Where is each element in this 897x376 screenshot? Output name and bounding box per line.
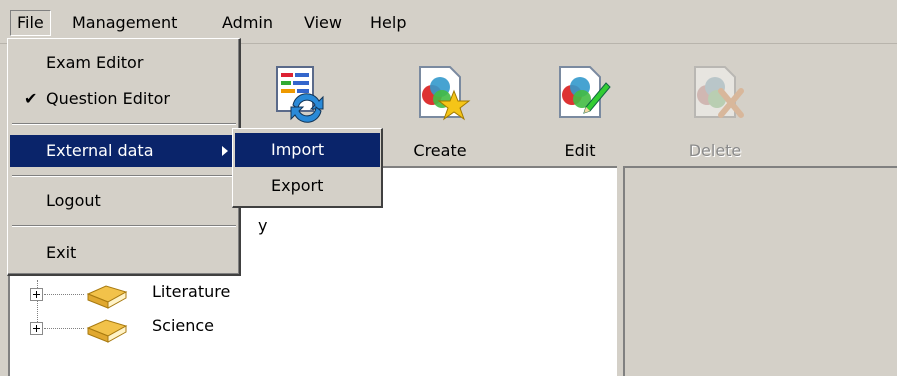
app-window: File Management Admin View Help Create E…: [0, 0, 897, 376]
check-icon: ✔: [24, 89, 38, 108]
tree-connector: [44, 328, 84, 329]
create-button[interactable]: Create: [390, 55, 490, 165]
detail-panel: [623, 166, 897, 376]
file-menu: Exam Editor ✔ Question Editor External d…: [7, 38, 241, 276]
menu-item-label: External data: [46, 141, 154, 160]
menu-view[interactable]: View: [298, 11, 348, 35]
edit-button[interactable]: Edit: [530, 55, 630, 165]
tree-item-literature[interactable]: Literature: [30, 280, 330, 310]
delete-label: Delete: [688, 141, 742, 160]
menu-item-label: Exam Editor: [46, 53, 144, 72]
tree-item-label: Science: [152, 316, 215, 335]
menu-item-export[interactable]: Export: [235, 169, 380, 203]
tree-item-partial-label: y: [258, 216, 268, 235]
tree-item-label: Literature: [152, 282, 231, 301]
menu-help[interactable]: Help: [364, 11, 412, 35]
submenu-arrow-icon: [222, 146, 228, 156]
menu-item-exit[interactable]: Exit: [10, 237, 238, 269]
menu-management[interactable]: Management: [66, 11, 183, 35]
menu-separator: [12, 175, 236, 177]
menu-item-label: Import: [271, 140, 325, 159]
book-icon: [86, 285, 128, 309]
menu-item-import[interactable]: Import: [235, 133, 380, 167]
menu-item-label: Exit: [46, 243, 77, 262]
external-data-submenu: Import Export: [232, 128, 383, 208]
menu-separator: [12, 225, 236, 227]
book-icon: [86, 319, 128, 343]
menu-item-label: Question Editor: [46, 89, 170, 108]
delete-x-icon: [694, 66, 744, 118]
menu-item-label: Logout: [46, 191, 101, 210]
delete-button[interactable]: Delete: [665, 55, 765, 165]
edit-pencil-icon: [559, 66, 611, 118]
expand-icon[interactable]: [30, 288, 43, 301]
menu-item-question-editor[interactable]: ✔ Question Editor: [10, 83, 238, 115]
edit-label: Edit: [564, 141, 596, 160]
create-star-icon: [419, 66, 471, 121]
menu-item-label: Export: [271, 176, 324, 195]
menu-separator: [12, 123, 236, 125]
menu-item-exam-editor[interactable]: Exam Editor: [10, 47, 238, 79]
create-label: Create: [413, 141, 467, 160]
expand-icon[interactable]: [30, 322, 43, 335]
menu-admin[interactable]: Admin: [216, 11, 279, 35]
tree-connector: [44, 294, 84, 295]
tree-item-science[interactable]: Science: [30, 314, 330, 344]
refresh-list-icon: [276, 66, 324, 123]
menu-file[interactable]: File: [10, 10, 51, 36]
menu-item-external-data[interactable]: External data: [10, 135, 238, 167]
menu-item-logout[interactable]: Logout: [10, 185, 238, 217]
